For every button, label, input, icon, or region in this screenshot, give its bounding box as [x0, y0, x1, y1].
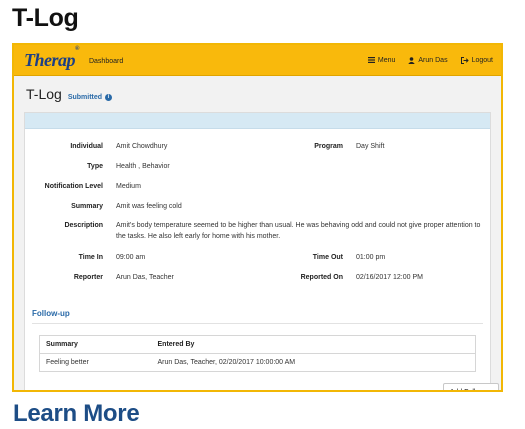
page-title: T-Log — [26, 86, 62, 102]
info-icon[interactable]: i — [105, 94, 113, 101]
individual-label: Individual — [70, 143, 103, 150]
followup-table: Summary Entered By Feeling better Arun D… — [39, 335, 476, 372]
followup-entered-by-cell: Arun Das, Teacher, 02/20/2017 10:00:00 A… — [157, 359, 296, 366]
time-out-label: Time Out — [312, 254, 343, 261]
column-header-entered-by: Entered By — [151, 335, 476, 354]
menu-label: Menu — [377, 56, 396, 64]
reporter-label: Reporter — [73, 274, 103, 281]
type-value: Health , Behavior — [116, 163, 170, 170]
app-screenshot-frame: Therap® Dashboard Menu Arun Das Logout T… — [12, 43, 503, 392]
followup-section-title[interactable]: Follow-up — [32, 309, 70, 318]
title-row: T-Log Submitted i — [26, 86, 491, 102]
user-name: Arun Das — [418, 56, 448, 64]
description-value: Amit's body temperature seemed to be hig… — [116, 222, 481, 240]
logout-button[interactable]: Logout — [460, 56, 493, 64]
type-label: Type — [87, 163, 103, 170]
status-badge: Submitted — [67, 94, 103, 101]
add-followup-button[interactable]: Add Followup — [443, 383, 499, 390]
hamburger-icon — [367, 57, 375, 63]
summary-label: Summary — [71, 203, 103, 210]
logout-label: Logout — [471, 56, 493, 64]
notification-level-label: Notification Level — [44, 183, 103, 190]
therap-logo[interactable]: Therap® — [24, 46, 79, 70]
time-in-value: 09:00 am — [116, 254, 146, 261]
followup-header-row: Summary Entered By — [39, 335, 476, 354]
logout-icon — [460, 56, 469, 64]
notification-level-value: Medium — [116, 183, 141, 190]
user-menu[interactable]: Arun Das — [408, 56, 448, 64]
program-value: Day Shift — [356, 143, 385, 150]
followup-divider — [32, 323, 483, 324]
logo-text: Therap — [24, 50, 76, 70]
column-header-summary: Summary — [39, 335, 152, 354]
menu-button[interactable]: Menu — [367, 56, 396, 64]
registered-mark: ® — [75, 46, 79, 52]
panel-header-bar — [25, 113, 490, 129]
reported-on-value: 02/16/2017 12:00 PM — [356, 274, 423, 281]
dashboard-link[interactable]: Dashboard — [89, 58, 123, 65]
top-navbar: Therap® Dashboard Menu Arun Das Logout — [14, 45, 501, 76]
user-icon — [408, 56, 416, 64]
individual-value: Amit Chowdhury — [116, 143, 168, 150]
reporter-value: Arun Das, Teacher — [116, 274, 174, 281]
main-content: T-Log Submitted i Individual Amit Chowdh… — [14, 76, 501, 390]
program-label: Program — [314, 143, 343, 150]
summary-value: Amit was feeling cold — [116, 203, 182, 210]
followup-summary-cell: Feeling better — [46, 359, 89, 366]
tlog-details-panel: Individual Amit Chowdhury Program Day Sh… — [24, 112, 499, 390]
learn-more-link[interactable]: Learn More — [13, 400, 140, 428]
reported-on-label: Reported On — [300, 274, 343, 281]
time-out-value: 01:00 pm — [356, 254, 386, 261]
page-heading: T-Log — [12, 4, 79, 32]
table-row[interactable]: Feeling better Arun Das, Teacher, 02/20/… — [40, 354, 476, 372]
description-label: Description — [64, 222, 103, 229]
time-in-label: Time In — [78, 254, 103, 261]
